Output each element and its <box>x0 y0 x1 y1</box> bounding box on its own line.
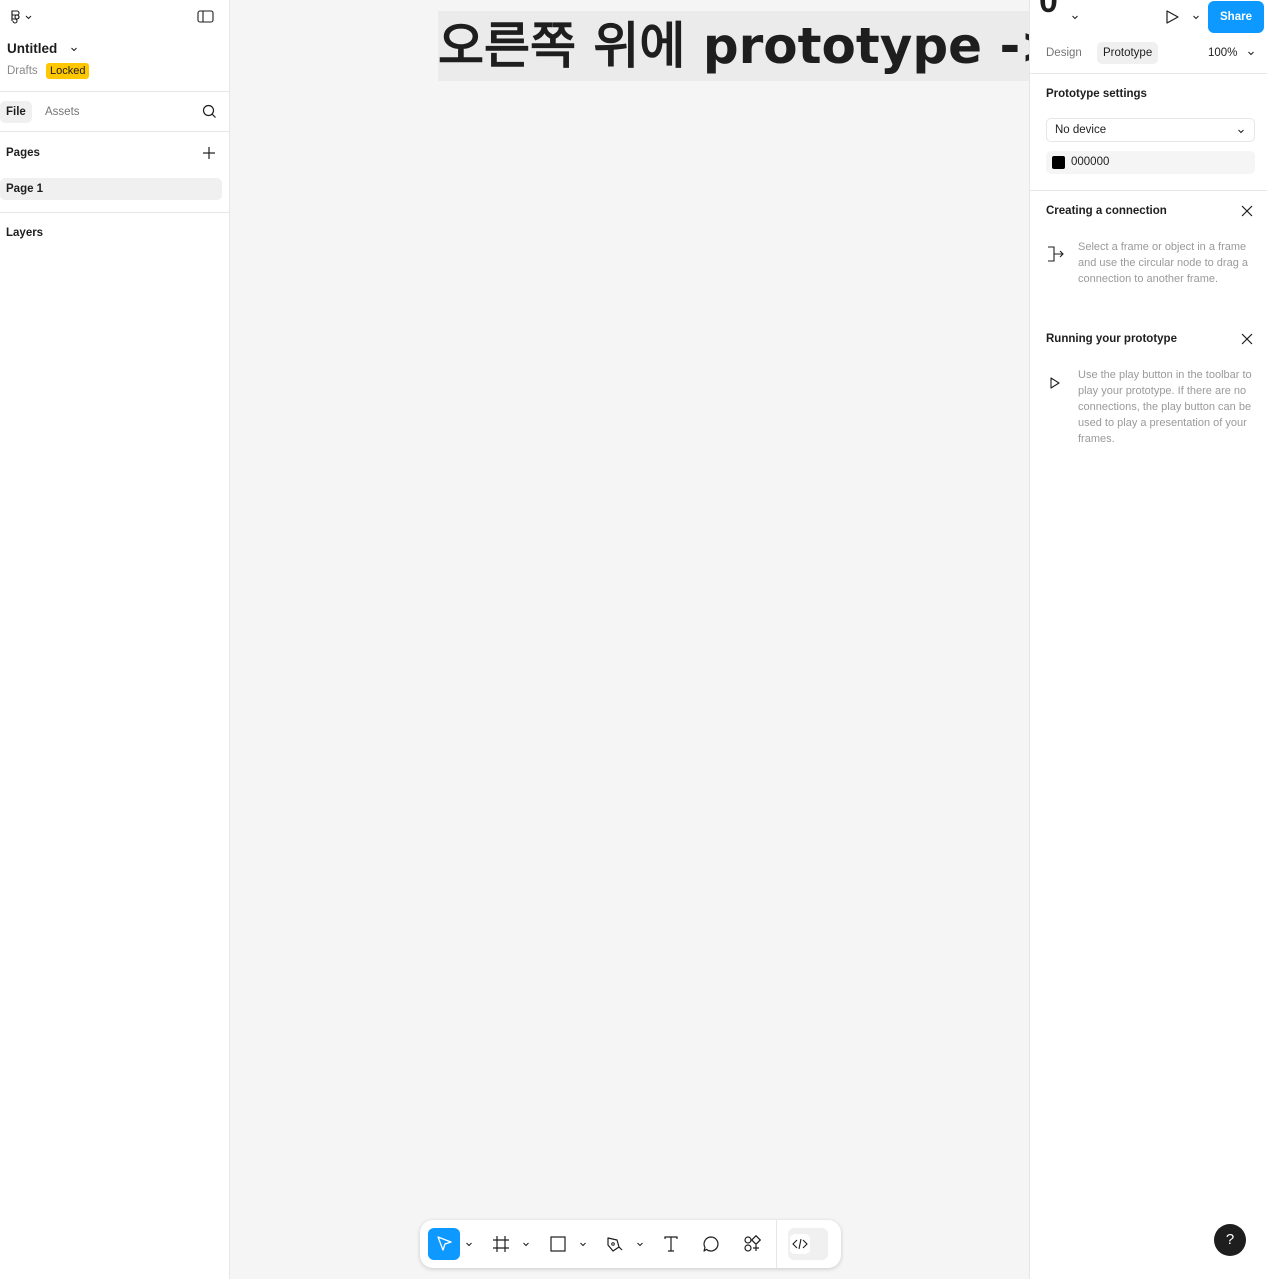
plus-icon[interactable] <box>202 146 216 160</box>
zoom-level[interactable]: 100% <box>1208 47 1237 59</box>
sidebar-toggle-icon[interactable] <box>197 10 215 24</box>
running-prototype-title: Running your prototype <box>1046 333 1177 345</box>
share-button[interactable]: Share <box>1208 1 1264 33</box>
close-icon[interactable] <box>1240 332 1254 346</box>
comment-tool-button[interactable] <box>695 1228 727 1260</box>
rectangle-tool-icon <box>549 1235 567 1253</box>
figma-menu-icon[interactable] <box>7 9 35 25</box>
chevron-down-icon[interactable] <box>635 1238 645 1250</box>
chevron-down-icon <box>1236 126 1246 136</box>
text-tool-button[interactable] <box>655 1228 687 1260</box>
bottom-toolbar <box>420 1220 841 1268</box>
avatar[interactable]: 0 <box>1039 0 1058 18</box>
creating-connection-title: Creating a connection <box>1046 205 1167 217</box>
chevron-down-icon[interactable] <box>578 1238 588 1250</box>
play-icon <box>1049 376 1061 390</box>
status-badge: Locked <box>46 63 90 79</box>
list-item[interactable]: Page 1 <box>0 178 222 200</box>
pen-tool-icon <box>606 1235 624 1253</box>
file-title[interactable]: Untitled <box>7 41 57 56</box>
text-layer[interactable]: 오른쪽 위에 prototype -> <box>438 11 1029 81</box>
pages-title: Pages <box>6 147 40 159</box>
color-hex-value[interactable]: 000000 <box>1071 156 1109 168</box>
toolbar-divider <box>776 1220 777 1268</box>
divider <box>0 131 230 132</box>
canvas-text: 오른쪽 위에 prototype -> <box>438 17 1029 75</box>
play-icon[interactable] <box>1164 9 1180 25</box>
chevron-down-icon[interactable] <box>521 1238 531 1250</box>
actions-icon <box>743 1235 761 1253</box>
dev-mode-icon <box>790 1234 810 1254</box>
frame-tool-icon <box>492 1235 510 1253</box>
comment-tool-icon <box>702 1235 720 1253</box>
search-icon[interactable] <box>202 104 217 119</box>
chevron-down-icon[interactable] <box>69 44 79 54</box>
background-color-field[interactable]: 000000 <box>1046 151 1255 174</box>
page-item-label: Page 1 <box>6 183 44 195</box>
divider <box>0 212 230 213</box>
file-location[interactable]: Drafts <box>7 65 38 77</box>
divider <box>0 91 230 92</box>
chevron-down-icon[interactable] <box>1246 48 1256 58</box>
move-tool-icon <box>435 1235 453 1253</box>
pen-tool-button[interactable] <box>599 1228 631 1260</box>
tab-design[interactable]: Design <box>1040 42 1088 64</box>
chevron-down-icon[interactable] <box>1191 12 1201 22</box>
text-tool-icon <box>662 1235 680 1253</box>
divider <box>1030 190 1267 191</box>
right-panel: 0 Share Design Prototype 100% Prototype … <box>1029 0 1267 1279</box>
dev-mode-toggle[interactable] <box>788 1228 828 1260</box>
prototype-settings-title: Prototype settings <box>1046 88 1147 100</box>
layers-title: Layers <box>6 227 44 239</box>
device-select-value: No device <box>1055 124 1107 136</box>
chevron-down-icon[interactable] <box>464 1238 474 1250</box>
device-select[interactable]: No device <box>1046 118 1255 142</box>
rectangle-tool-button[interactable] <box>542 1228 574 1260</box>
left-panel: Untitled Drafts Locked File Assets Pages… <box>0 0 230 1279</box>
tab-assets[interactable]: Assets <box>39 101 86 123</box>
tab-file[interactable]: File <box>0 101 32 123</box>
canvas[interactable]: 오른쪽 위에 prototype -> <box>230 0 1029 1279</box>
move-tool-button[interactable] <box>428 1228 460 1260</box>
running-prototype-text: Use the play button in the toolbar to pl… <box>1078 369 1252 445</box>
tab-prototype[interactable]: Prototype <box>1097 42 1159 64</box>
actions-button[interactable] <box>736 1228 768 1260</box>
creating-connection-text: Select a frame or object in a frame and … <box>1078 241 1249 285</box>
help-button[interactable]: ? <box>1214 1224 1246 1256</box>
close-icon[interactable] <box>1240 204 1254 218</box>
chevron-down-icon[interactable] <box>1070 12 1080 22</box>
frame-tool-button[interactable] <box>485 1228 517 1260</box>
color-swatch[interactable] <box>1052 156 1065 169</box>
divider <box>1030 73 1267 74</box>
connection-icon <box>1046 245 1066 265</box>
